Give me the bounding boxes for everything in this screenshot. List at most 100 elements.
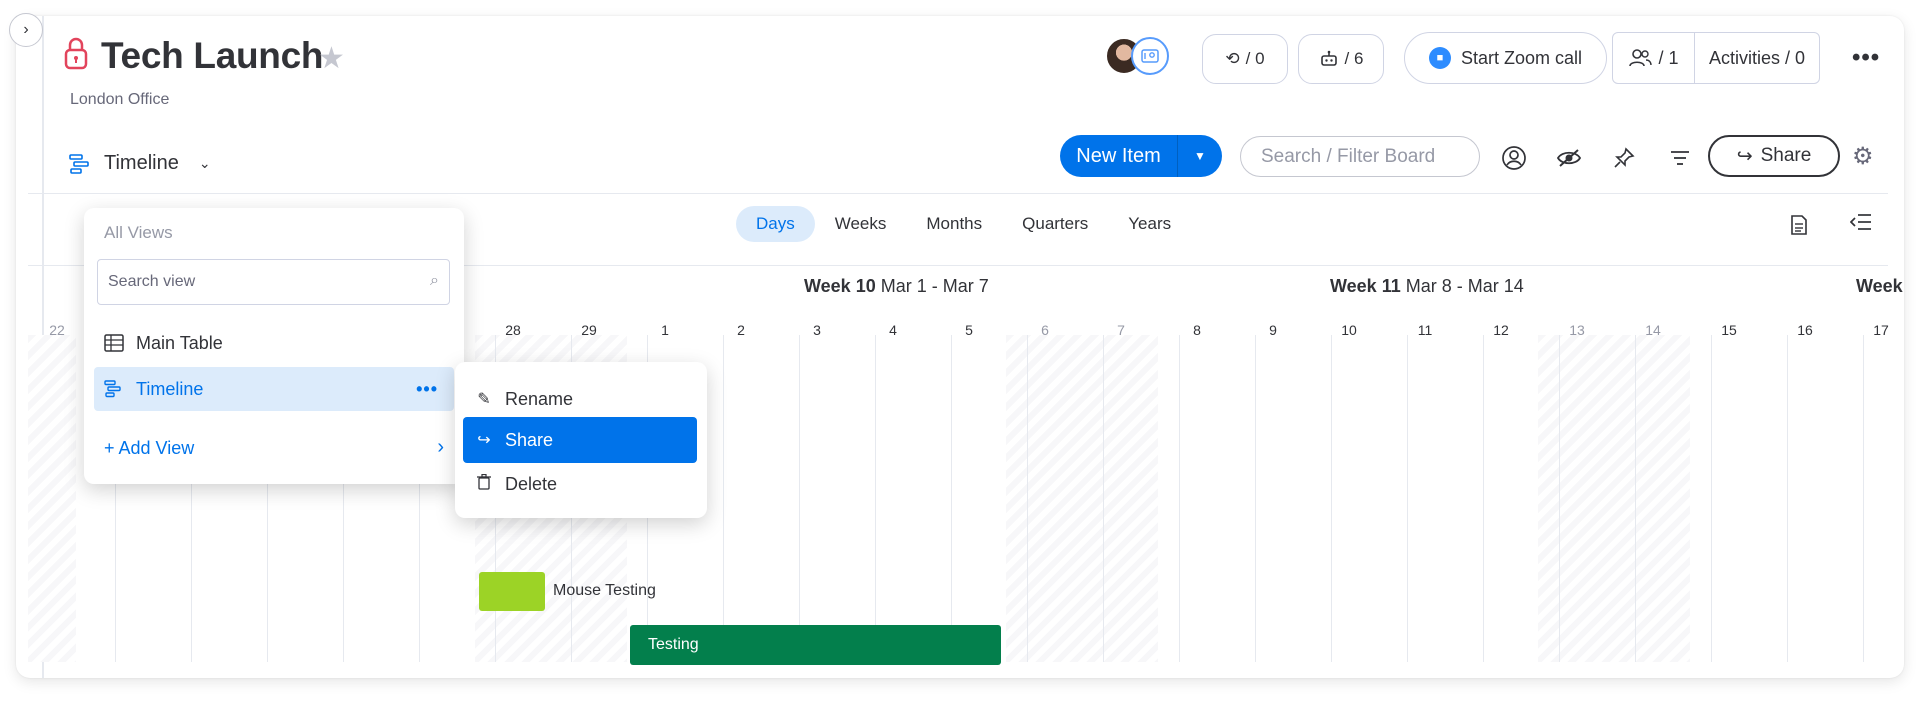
new-item-main[interactable]: New Item [1060, 135, 1178, 177]
members-activities: / 1 Activities / 0 [1612, 32, 1820, 84]
tab-weeks[interactable]: Weeks [815, 206, 907, 242]
more-options-icon[interactable]: ••• [416, 379, 438, 400]
day-number: 5 [965, 322, 973, 338]
view-item-timeline[interactable]: Timeline ••• [94, 367, 454, 411]
timeline-item-bar[interactable]: Testing [630, 625, 1001, 665]
day-column-line [1027, 335, 1028, 662]
menu-item-delete[interactable]: Delete [463, 461, 697, 507]
week-10-label: Week 10 Mar 1 - Mar 7 [804, 276, 989, 296]
chevron-right-icon[interactable]: › [437, 436, 444, 459]
view-item-main-table[interactable]: Main Table [94, 321, 454, 365]
guest-avatar-icon [1131, 37, 1169, 75]
pin-icon[interactable] [1610, 144, 1638, 172]
share-button[interactable]: ↪ Share [1708, 135, 1840, 177]
tab-years[interactable]: Years [1108, 206, 1191, 242]
search-view-input[interactable]: Search view ⌕ [97, 259, 450, 305]
automations-count: / 6 [1344, 49, 1364, 68]
day-column-line [1635, 335, 1636, 662]
view-context-menu: ✎ Rename ↪ Share Delete [455, 362, 707, 518]
day-number: 29 [581, 322, 597, 338]
weekend-shade [28, 335, 76, 662]
day-column-line [1863, 335, 1864, 662]
day-column-line [723, 335, 724, 662]
share-arrow-icon: ↪ [1736, 145, 1753, 167]
integrations-button[interactable]: ⟲ / 0 [1202, 34, 1288, 84]
day-column-line [1483, 335, 1484, 662]
day-number: 6 [1041, 322, 1049, 338]
board-title[interactable]: Tech Launch [101, 35, 323, 77]
timeline-icon [69, 153, 89, 174]
day-column-line [875, 335, 876, 662]
day-number: 7 [1117, 322, 1125, 338]
members-count: / 1 [1658, 47, 1679, 68]
weekend-shade [1006, 335, 1158, 662]
new-item-dropdown-icon[interactable]: ▼ [1178, 135, 1222, 177]
automations-button[interactable]: / 6 [1298, 34, 1384, 84]
members-button[interactable]: / 1 [1613, 33, 1695, 83]
day-number: 9 [1269, 322, 1277, 338]
view-item-label: Main Table [136, 332, 223, 353]
board-subscribers[interactable] [1105, 37, 1177, 77]
timeline-item-bar[interactable] [479, 572, 545, 611]
zoom-call-button[interactable]: ■ Start Zoom call [1404, 32, 1608, 84]
day-number: 17 [1873, 322, 1889, 338]
day-number: 8 [1193, 322, 1201, 338]
search-icon: ⌕ [430, 272, 439, 289]
export-file-icon[interactable] [1790, 214, 1808, 242]
trash-icon [475, 473, 493, 495]
timeline-icon [104, 380, 121, 398]
week-12-label: Week [1856, 276, 1903, 296]
hide-eye-icon[interactable] [1555, 144, 1583, 172]
day-number: 28 [505, 322, 521, 338]
view-item-label: Timeline [136, 378, 204, 399]
share-label: Share [1760, 145, 1812, 166]
activities-button[interactable]: Activities / 0 [1695, 48, 1819, 69]
day-column-line [1711, 335, 1712, 662]
search-filter-input[interactable]: Search / Filter Board [1240, 136, 1480, 177]
people-icon [1629, 49, 1653, 67]
tab-days[interactable]: Days [736, 206, 815, 242]
view-selector[interactable]: Timeline ⌄ [68, 152, 211, 175]
day-column-line [1255, 335, 1256, 662]
collapse-list-icon[interactable] [1849, 212, 1872, 238]
star-icon[interactable]: ★ [318, 44, 345, 74]
share-arrow-icon: ↪ [477, 432, 491, 449]
tab-quarters[interactable]: Quarters [1002, 206, 1108, 242]
current-view-label: Timeline [104, 152, 179, 174]
filter-icon[interactable] [1666, 144, 1694, 172]
views-dropdown: All Views Search view ⌕ Main Table Timel… [84, 208, 464, 484]
day-column-line [1787, 335, 1788, 662]
video-camera-icon: ■ [1429, 47, 1451, 69]
day-number: 12 [1493, 322, 1509, 338]
new-item-button: New Item ▼ [1060, 135, 1222, 177]
day-column-line [1559, 335, 1560, 662]
settings-gear-icon[interactable]: ⚙ [1852, 142, 1874, 171]
day-number: 10 [1341, 322, 1357, 338]
chevron-right-icon: › [23, 21, 29, 38]
day-column-line [799, 335, 800, 662]
add-view-button[interactable]: + Add View [104, 438, 194, 459]
zoom-call-label: Start Zoom call [1461, 47, 1583, 68]
week-11-label: Week 11 Mar 8 - Mar 14 [1330, 276, 1524, 296]
board-workspace[interactable]: London Office [70, 91, 169, 109]
integrations-icon: ⟲ [1225, 49, 1240, 68]
weekend-shade [1538, 335, 1690, 662]
expand-sidebar-button[interactable]: › [9, 13, 43, 47]
activities-label: Activities / 0 [1708, 47, 1806, 68]
menu-item-share[interactable]: ↪ Share [463, 417, 697, 463]
day-number: 2 [737, 322, 745, 338]
day-column-line [1407, 335, 1408, 662]
day-number: 1 [661, 322, 669, 338]
timeline-item-label: Mouse Testing [553, 582, 656, 599]
menu-item-rename[interactable]: ✎ Rename [463, 376, 697, 422]
more-options-icon[interactable]: ••• [1852, 44, 1880, 72]
chevron-down-icon: ⌄ [198, 155, 211, 171]
day-number: 15 [1721, 322, 1737, 338]
day-column-line [1331, 335, 1332, 662]
timeline-zoom-tabs: Days Weeks Months Quarters Years [736, 206, 1191, 242]
person-filter-icon[interactable] [1500, 144, 1528, 172]
table-icon [104, 334, 124, 352]
toolbar-divider [28, 193, 1888, 194]
tab-months[interactable]: Months [906, 206, 1002, 242]
integrations-count: / 0 [1245, 49, 1265, 68]
